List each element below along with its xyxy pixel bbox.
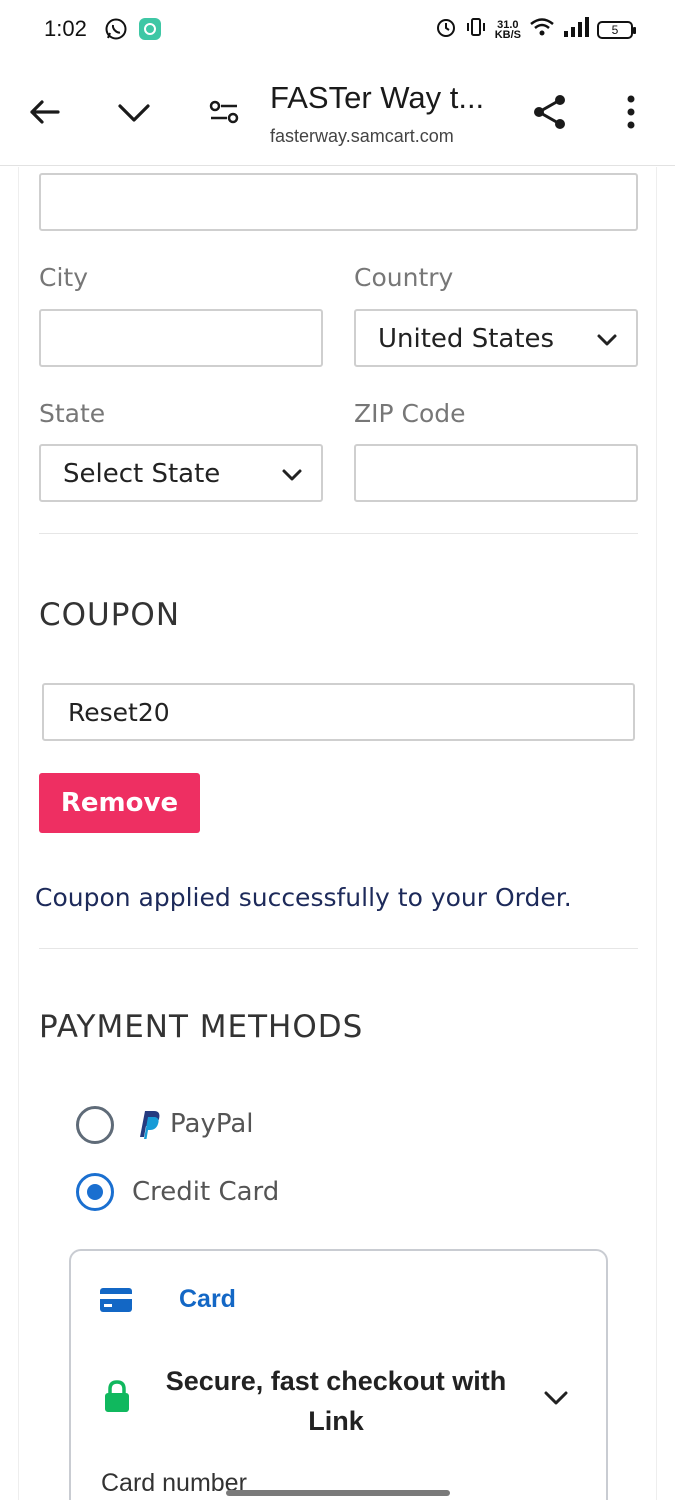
network-speed-value: 31.0 — [497, 18, 519, 31]
section-divider — [39, 533, 638, 534]
more-options-button[interactable] — [609, 90, 653, 134]
card-payment-box: Card Secure, fast checkout with Link Car… — [69, 1249, 608, 1500]
page-url[interactable]: fasterway.samcart.com — [270, 126, 454, 147]
page-title[interactable]: FASTer Way t... — [270, 80, 484, 116]
zip-input[interactable] — [354, 444, 638, 502]
state-selected-value: Select State — [63, 459, 221, 489]
section-divider — [39, 948, 638, 949]
whatsapp-icon — [104, 17, 128, 46]
coupon-title: COUPON — [39, 597, 181, 633]
app-notification-icon — [138, 17, 162, 46]
share-button[interactable] — [528, 90, 572, 134]
credit-card-radio[interactable] — [76, 1173, 114, 1211]
coupon-success-message: Coupon applied successfully to your Orde… — [35, 883, 572, 912]
credit-card-icon — [99, 1287, 133, 1318]
chevron-down-icon — [118, 104, 150, 122]
home-indicator[interactable] — [226, 1490, 450, 1496]
coupon-input[interactable]: Reset20 — [42, 683, 635, 741]
status-notification-icons — [104, 17, 162, 46]
chevron-down-icon — [281, 464, 303, 491]
country-label: Country — [354, 263, 454, 292]
back-button[interactable] — [22, 90, 66, 134]
network-speed: 31.0 KB/S — [494, 18, 521, 41]
tab-card[interactable]: Card — [179, 1285, 236, 1314]
card-number-label: Card number — [101, 1469, 247, 1497]
paypal-radio[interactable] — [76, 1106, 114, 1144]
link-checkout-text[interactable]: Secure, fast checkout with Link — [161, 1361, 511, 1441]
lock-icon — [103, 1379, 131, 1418]
city-label: City — [39, 263, 88, 292]
network-speed-unit: KB/S — [494, 28, 521, 41]
state-label: State — [39, 399, 106, 428]
coupon-code: Reset20 — [68, 698, 170, 727]
address-input[interactable] — [39, 173, 638, 231]
credit-card-label[interactable]: Credit Card — [132, 1177, 279, 1207]
back-arrow-icon — [30, 100, 60, 124]
tune-icon — [209, 100, 239, 124]
payment-methods-title: PAYMENT METHODS — [39, 1009, 364, 1045]
checkout-page: City Country United States State Select … — [18, 167, 657, 1500]
vibrate-icon — [465, 16, 487, 43]
battery-icon: 5 — [597, 20, 636, 39]
remove-coupon-button[interactable]: Remove — [39, 773, 200, 833]
signal-icon — [563, 17, 589, 42]
city-input[interactable] — [39, 309, 323, 367]
status-system-icons: 31.0 KB/S 5 — [435, 16, 636, 43]
wifi-icon — [529, 16, 555, 43]
zip-label: ZIP Code — [354, 399, 466, 428]
site-settings-button[interactable] — [202, 90, 246, 134]
alarm-icon — [435, 16, 457, 43]
paypal-label[interactable]: PayPal — [170, 1109, 254, 1139]
status-time: 1:02 — [44, 16, 87, 41]
browser-toolbar: FASTer Way t... fasterway.samcart.com — [0, 60, 675, 166]
more-vertical-icon — [627, 95, 635, 129]
country-select[interactable]: United States — [354, 309, 638, 367]
country-selected-value: United States — [378, 324, 555, 354]
chevron-down-icon — [596, 329, 618, 356]
collapse-button[interactable] — [112, 90, 156, 134]
state-select[interactable]: Select State — [39, 444, 323, 502]
share-icon — [534, 95, 565, 129]
chevron-down-icon[interactable] — [543, 1388, 569, 1413]
status-bar: 1:02 31.0 KB/S 5 — [0, 0, 675, 60]
paypal-icon — [134, 1109, 162, 1144]
